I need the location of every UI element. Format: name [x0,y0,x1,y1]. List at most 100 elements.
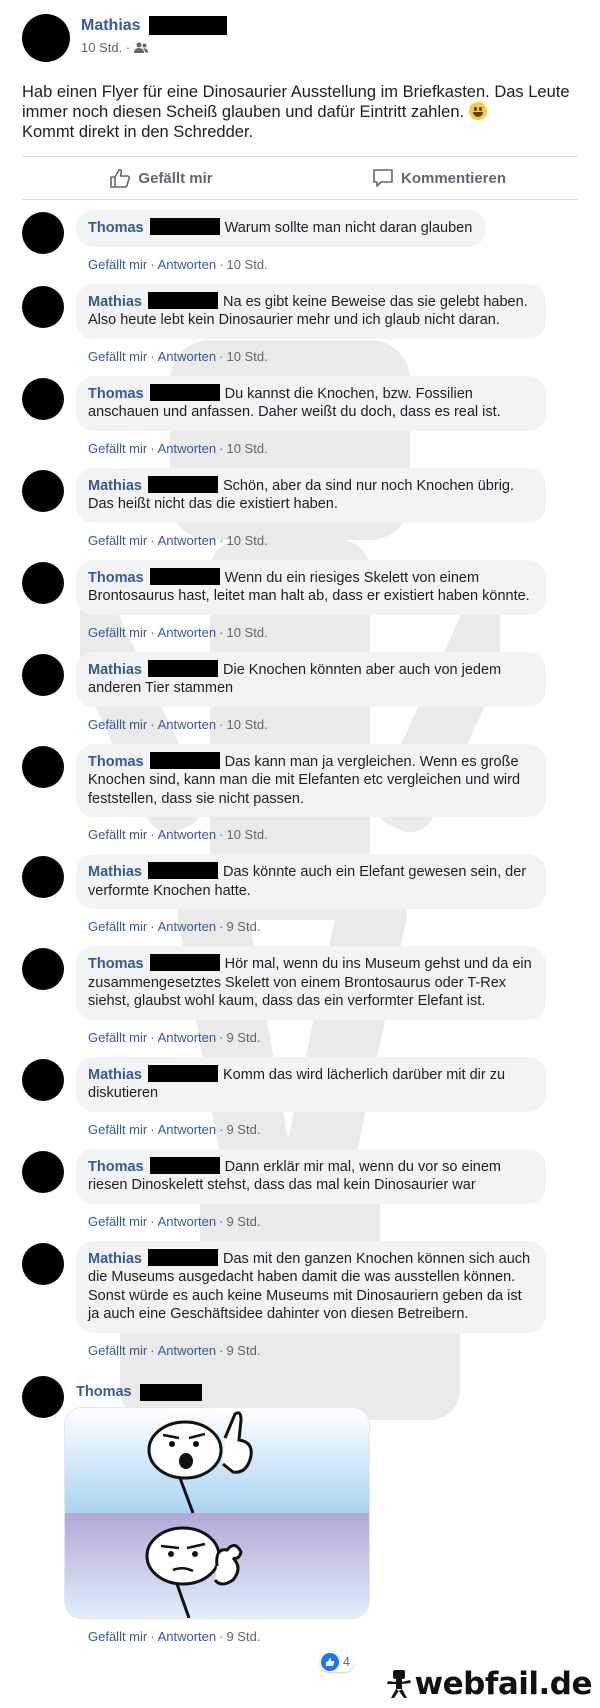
redacted-surname [149,218,220,235]
comment-time[interactable]: 9 Std. [226,919,260,934]
comment-like-link[interactable]: Gefällt mir [88,919,147,934]
commenter-name[interactable]: Thomas [88,570,144,586]
commenter-avatar[interactable] [22,1242,64,1285]
comment-reply-link[interactable]: Antworten [158,1343,217,1358]
like-button[interactable]: Gefällt mir [22,168,300,188]
commenter-avatar[interactable] [22,1150,64,1193]
comment-like-link[interactable]: Gefällt mir [88,1214,147,1229]
comment-time[interactable]: 10 Std. [226,717,267,732]
avatar[interactable] [22,14,70,62]
comment-time[interactable]: 10 Std. [226,349,267,364]
commenter-avatar[interactable] [22,856,64,898]
comment-reply-link[interactable]: Antworten [158,257,217,272]
comment-reply-link[interactable]: Antworten [158,441,217,456]
comment-item: Mathias Das mit den ganzen Knochen können… [22,1240,600,1358]
comment-reply-link[interactable]: Antworten [158,919,217,934]
comment-item: Thomas Das kann man ja vergleichen. Wenn … [22,743,600,842]
comment-bubble: Thomas Hör mal, wenn du ins Museum gehst … [76,946,546,1020]
commenter-avatar[interactable] [22,212,64,254]
redacted-surname [139,1383,202,1401]
comment-time[interactable]: 10 Std. [226,257,267,272]
comment-like-link[interactable]: Gefällt mir [88,1122,147,1137]
commenter-name[interactable]: Mathias [88,294,142,310]
commenter-name[interactable]: Thomas [88,1159,144,1175]
comment-actions: Gefällt mir · Antworten · 9 Std. [88,1342,261,1358]
post-timestamp: 10 Std. · [81,40,227,55]
comment-reply-link[interactable]: Antworten [158,1030,217,1045]
comment-time[interactable]: 9 Std. [226,1214,260,1229]
comment-item: Mathias Komm das wird lächerlich darüber … [22,1056,600,1137]
comment-like-link[interactable]: Gefällt mir [88,1629,147,1644]
redacted-surname [149,954,220,971]
commenter-name[interactable]: Mathias [88,478,142,494]
redacted-surname [148,475,218,493]
comment-reply-link[interactable]: Antworten [158,533,217,548]
comment-like-link[interactable]: Gefällt mir [88,441,147,456]
post-text-main: Hab einen Flyer für eine Dinosaurier Aus… [22,83,570,121]
comment-like-link[interactable]: Gefällt mir [88,1343,147,1358]
commenter-name[interactable]: Mathias [88,1067,142,1083]
comment-like-link[interactable]: Gefällt mir [88,827,147,842]
comment-text: Warum sollte man nicht daran glauben [224,220,473,236]
comment-actions: Gefällt mir · Antworten · 10 Std. [88,256,268,272]
comment-like-link[interactable]: Gefällt mir [88,1030,147,1045]
commenter-name[interactable]: Thomas [88,386,144,402]
comment-time[interactable]: 10 Std. [226,827,267,842]
commenter-avatar[interactable] [22,1375,64,1418]
comment-actions: Gefällt mir · Antworten · 9 Std. [88,1121,261,1137]
comment-like-link[interactable]: Gefällt mir [88,717,147,732]
commenter-avatar[interactable] [22,745,64,788]
commenter-avatar[interactable] [22,469,64,512]
comment-reply-link[interactable]: Antworten [158,717,217,732]
comment-actions: Gefällt mir · Antworten · 10 Std. [88,827,268,842]
comment-time[interactable]: 10 Std. [226,533,267,548]
comment-reply-link[interactable]: Antworten [158,1214,217,1229]
commenter-name[interactable]: Thomas [88,754,144,770]
commenter-name[interactable]: Thomas [88,956,144,972]
like-button-label: Gefällt mir [138,169,213,187]
redacted-surname [149,383,220,401]
comment-button[interactable]: Kommentieren [300,168,578,188]
commenter-name[interactable]: Mathias [88,1251,142,1267]
comment-like-link[interactable]: Gefällt mir [88,625,147,640]
comment-reply-link[interactable]: Antworten [158,625,217,640]
commenter-avatar[interactable] [22,653,64,696]
commenter-name[interactable]: Mathias [88,864,142,880]
comment-bubble-icon [373,169,393,187]
post-author-name[interactable]: Mathias [81,17,141,35]
comment-reply-link[interactable]: Antworten [158,1122,217,1137]
commenter-avatar[interactable] [22,285,64,328]
comment-reply-link[interactable]: Antworten [158,349,217,364]
commenter-name[interactable]: Thomas [88,220,144,236]
comment-with-image: Thomas Gefällt mir · Antworten · 9 Std. [22,1375,600,1644]
comment-time[interactable]: 9 Std. [226,1343,260,1358]
commenter-name[interactable]: Thomas [76,1384,132,1400]
commenter-avatar[interactable] [22,948,64,990]
comment-time[interactable]: 9 Std. [226,1030,260,1045]
comment-reply-link[interactable]: Antworten [158,1629,217,1644]
comment-time[interactable]: 9 Std. [226,1122,260,1137]
comment-item: Thomas Warum sollte man nicht daran glaub… [22,210,600,272]
comment-bubble: Mathias Die Knochen könnten aber auch von… [76,651,546,707]
comment-like-link[interactable]: Gefällt mir [88,533,147,548]
redacted-surname [148,862,218,879]
comment-bubble: Mathias Na es gibt keine Beweise das sie … [76,283,546,339]
comment-time[interactable]: 10 Std. [226,441,267,456]
commenter-avatar[interactable] [22,561,64,604]
smiley-emoji-icon [468,102,487,120]
comment-like-link[interactable]: Gefällt mir [88,257,147,272]
commenter-name[interactable]: Mathias [88,662,142,678]
comment-like-link[interactable]: Gefällt mir [88,349,147,364]
comment-reply-link[interactable]: Antworten [158,827,217,842]
reaction-count-badge[interactable]: 4 [320,1652,354,1672]
commenter-avatar[interactable] [22,377,64,420]
post-time-text[interactable]: 10 Std. · [81,40,130,55]
commenter-avatar[interactable] [22,1058,64,1101]
meme-image[interactable] [64,1406,370,1619]
reaction-count: 4 [343,1655,350,1669]
redacted-surname [149,751,220,769]
comment-time[interactable]: 10 Std. [226,625,267,640]
comment-bubble: Thomas Warum sollte man nicht daran glaub… [76,210,487,247]
comment-time[interactable]: 9 Std. [226,1629,260,1644]
post-header: Mathias 10 Std. · [22,12,578,62]
